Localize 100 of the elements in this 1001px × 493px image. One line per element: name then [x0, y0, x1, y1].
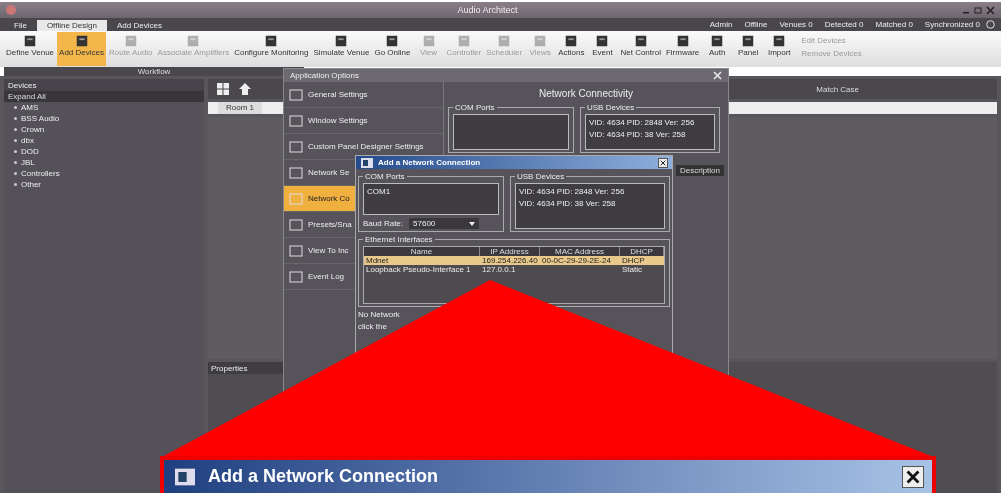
settings-icon [289, 192, 303, 205]
status-text: Synchronized 0 [924, 20, 980, 29]
note-text: No Network [358, 310, 401, 319]
ribbon-button[interactable]: Event [587, 32, 618, 66]
ribbon-button[interactable]: Go Online [372, 32, 413, 66]
baud-rate-dropdown[interactable]: 57600 [409, 218, 480, 229]
settings-icon [289, 270, 303, 283]
column-header[interactable]: Name [364, 247, 480, 256]
ribbon-button[interactable]: Firmware [663, 32, 702, 66]
tree-item[interactable]: JBL [4, 157, 204, 168]
ribbon-button[interactable]: Simulate Venue [311, 32, 372, 66]
status-text: Venues 0 [779, 20, 813, 29]
tree-item[interactable]: BSS Audio [4, 113, 204, 124]
panel-title: Devices [4, 79, 204, 91]
usb-device-list[interactable]: VID: 4634 PID: 2848 Ver: 256 VID: 4634 PID: 38 Ver: 258 [585, 114, 715, 150]
restore-icon[interactable] [974, 5, 983, 15]
ribbon-button[interactable]: Configure Monitoring [232, 32, 311, 66]
room-tab[interactable]: Room 1 [218, 102, 262, 114]
list-item[interactable]: VID: 4634 PID: 2848 Ver: 256 [519, 187, 661, 196]
tool-icon [772, 34, 787, 48]
window-title: Audio Architect [456, 5, 519, 15]
tool-icon [741, 34, 756, 48]
app-logo-icon [6, 5, 16, 15]
tool-icon [123, 34, 138, 48]
tool-icon [264, 34, 279, 48]
table-row[interactable]: Mdnet 169.254.226.40 00-0C-29-29-2E-24 DHCP [364, 256, 664, 265]
table-cell-text: Mdnet [365, 256, 390, 265]
help-icon[interactable] [986, 20, 995, 29]
com-port-list[interactable] [453, 114, 569, 150]
table-cell-text: Loopback Pseudo-Interface 1 [365, 265, 472, 274]
settings-icon [289, 166, 303, 179]
list-item[interactable]: VID: 4634 PID: 2848 Ver: 256 [589, 118, 711, 127]
settings-icon [289, 140, 303, 153]
field-label: Baud Rate: [363, 219, 404, 228]
ribbon-button[interactable]: Net Control [618, 32, 663, 66]
table-cell-text: Static [621, 265, 643, 274]
panel-title: Properties [208, 362, 283, 374]
tree-item[interactable]: dbx [4, 135, 204, 146]
list-item[interactable]: VID: 4634 PID: 38 Ver: 258 [589, 130, 711, 139]
ribbon-button[interactable]: Panel [733, 32, 764, 66]
list-item[interactable]: COM1 [367, 187, 495, 196]
group-label: USB Devices [516, 172, 566, 181]
close-icon[interactable] [986, 5, 995, 15]
status-text: Offline [744, 20, 768, 29]
status-text: Matched 0 [875, 20, 913, 29]
ribbon-button[interactable]: Actions [556, 32, 587, 66]
ribbon-button[interactable]: Add Devices [57, 32, 106, 66]
tree-item[interactable]: Crown [4, 124, 204, 135]
table-cell-text: DHCP [621, 256, 646, 265]
dialog-title: Application Options [290, 71, 359, 80]
table-cell-text: 169.254.226.40 [481, 256, 539, 265]
group-label: Workflow [137, 67, 171, 76]
table-row[interactable]: Loopback Pseudo-Interface 1 127.0.0.1 Static [364, 265, 664, 274]
home-icon[interactable] [238, 82, 252, 96]
tool-icon [421, 34, 436, 48]
ribbon-tab[interactable]: File [4, 20, 37, 31]
list-item[interactable]: VID: 4634 PID: 38 Ver: 258 [519, 199, 661, 208]
tool-icon [385, 34, 400, 48]
tool-icon [456, 34, 471, 48]
search-label: Match Case [816, 84, 859, 94]
tool-icon [74, 34, 89, 48]
settings-icon [289, 218, 303, 231]
tool-icon [564, 34, 579, 48]
group-label: USB Devices [586, 103, 636, 112]
tool-icon [23, 34, 37, 48]
close-button[interactable] [658, 157, 668, 168]
close-button[interactable] [902, 465, 924, 488]
window-icon [360, 156, 374, 169]
tool-icon [334, 34, 349, 48]
dialog-title: Add a Network Connection [208, 466, 439, 487]
table-cell-text: 127.0.0.1 [481, 265, 517, 274]
note-text: click the [358, 322, 388, 331]
grid-icon[interactable] [216, 82, 230, 96]
tool-icon [497, 34, 512, 48]
window-icon [172, 466, 198, 487]
section-heading: Network Connectivity [538, 88, 634, 99]
tool-icon [710, 34, 725, 48]
tree-item[interactable]: Controllers [4, 168, 204, 179]
usb-device-list[interactable]: VID: 4634 PID: 2848 Ver: 256 VID: 4634 PID: 38 Ver: 258 [515, 183, 665, 229]
close-icon [906, 469, 920, 484]
ribbon-button[interactable]: Import [764, 32, 795, 66]
ribbon-tab[interactable]: Add Devices [107, 20, 172, 31]
close-icon [660, 159, 666, 166]
group-label: COM Ports [454, 103, 496, 112]
dialog-title: Add a Network Connection [378, 158, 482, 167]
ribbon-tab[interactable]: Offline Design [36, 20, 107, 31]
tree-item[interactable]: DOD [4, 146, 204, 157]
ribbon-button[interactable]: Auth [702, 32, 733, 66]
tree-item[interactable]: AMS [4, 102, 204, 113]
settings-icon [289, 114, 303, 127]
expand-all-link[interactable]: Expand All [4, 91, 204, 102]
ribbon-button[interactable]: Define Venue [4, 32, 57, 66]
com-port-list[interactable]: COM1 [363, 183, 499, 215]
column-header: Description [676, 165, 724, 176]
settings-nav-item[interactable]: General Settings [284, 82, 443, 108]
tool-icon [675, 34, 690, 48]
settings-nav-item[interactable]: Window Settings [284, 108, 443, 134]
tree-item[interactable]: Other [4, 179, 204, 190]
table-cell-text: 00-0C-29-29-2E-24 [541, 256, 612, 265]
tool-icon [595, 34, 610, 48]
